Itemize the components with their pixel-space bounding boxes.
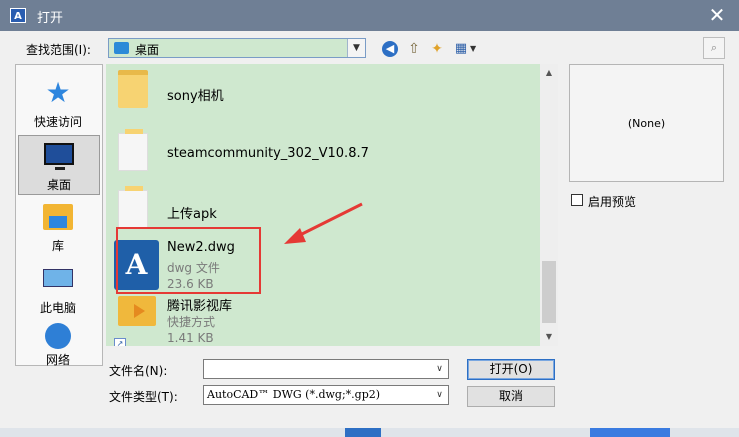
folder-icon	[118, 129, 148, 171]
desktop-icon	[44, 143, 74, 165]
desktop-folder-icon	[114, 42, 129, 54]
list-item[interactable]: steamcommunity_302_V10.8.7	[106, 125, 541, 181]
close-button[interactable]: ✕	[704, 2, 730, 28]
file-name: 上传apk	[167, 207, 217, 222]
star-icon: ★	[45, 76, 71, 109]
place-label: 快速访问	[33, 115, 82, 129]
file-name: 腾讯影视库	[167, 299, 233, 314]
filename-input[interactable]: ∨	[203, 359, 449, 379]
back-icon[interactable]: ◀	[382, 41, 398, 57]
list-item-selected[interactable]: A New2.dwg dwg 文件 23.6 KB	[106, 236, 541, 298]
background-fragment	[590, 428, 670, 437]
file-list[interactable]: sony相机 steamcommunity_302_V10.8.7 上传apk …	[106, 64, 558, 346]
library-icon	[43, 204, 73, 230]
shortcut-arrow-icon: ↗	[114, 338, 126, 346]
file-type: dwg 文件	[167, 261, 220, 275]
file-name: New2.dwg	[167, 240, 235, 255]
filetype-select[interactable]: AutoCAD™ DWG (*.dwg;*.gp2) ∨	[203, 385, 449, 405]
place-label: 此电脑	[39, 301, 76, 315]
chevron-down-icon[interactable]: ∨	[431, 360, 448, 378]
cancel-button[interactable]: 取消	[467, 386, 555, 407]
enable-preview-checkbox[interactable]	[571, 194, 583, 206]
monitor-stand	[55, 167, 65, 170]
look-in-value: 桌面	[135, 43, 160, 57]
view-menu-chevron-icon[interactable]: ▼	[470, 44, 476, 53]
filetype-label: 文件类型(T):	[109, 390, 178, 404]
filename-label: 文件名(N):	[109, 364, 168, 378]
place-network[interactable]: 网络	[18, 321, 100, 367]
open-dialog: 查找范围(I): 桌面 ▼ ◀ ⇧ ✦ ▦ ▼ ⌕ ★ 快速访问 桌面 库 此电…	[0, 31, 739, 428]
network-icon	[45, 323, 71, 349]
file-size: 23.6 KB	[167, 277, 214, 291]
file-name: steamcommunity_302_V10.8.7	[167, 146, 369, 161]
scroll-thumb[interactable]	[542, 261, 556, 323]
place-label: 网络	[45, 353, 70, 367]
window-title: 打开	[37, 11, 64, 26]
scroll-up-icon[interactable]: ▲	[540, 64, 558, 82]
preview-pane: (None)	[569, 64, 724, 182]
title-bar: A 打开 ✕	[0, 0, 739, 31]
place-quick-access[interactable]: ★ 快速访问	[18, 73, 100, 133]
tools-icon[interactable]: ⌕	[703, 37, 725, 59]
list-item[interactable]: 上传apk	[106, 182, 541, 238]
place-library[interactable]: 库	[18, 197, 100, 257]
look-in-combo[interactable]: 桌面 ▼	[108, 38, 366, 58]
file-type: 快捷方式	[167, 315, 216, 329]
enable-preview-label[interactable]: 启用预览	[588, 193, 636, 210]
video-library-icon	[118, 296, 156, 326]
up-folder-icon[interactable]: ⇧	[405, 40, 423, 58]
autocad-file-icon: A	[114, 240, 159, 290]
chevron-down-icon[interactable]: ∨	[431, 386, 448, 404]
app-icon: A	[10, 8, 26, 23]
computer-icon	[43, 269, 73, 287]
place-label: 库	[51, 239, 64, 253]
place-desktop[interactable]: 桌面	[18, 135, 100, 195]
file-name: sony相机	[167, 89, 224, 104]
preview-text: (None)	[627, 117, 666, 130]
library-icon-detail	[49, 216, 67, 228]
chevron-down-icon[interactable]: ▼	[347, 39, 365, 57]
folder-icon	[118, 186, 148, 228]
vertical-scrollbar[interactable]: ▲ ▼	[540, 64, 558, 346]
new-folder-icon[interactable]: ✦	[428, 40, 446, 58]
open-button[interactable]: 打开(O)	[467, 359, 555, 380]
file-size: 1.41 KB	[167, 331, 214, 345]
look-in-label: 查找范围(I):	[26, 43, 91, 57]
list-item[interactable]: sony相机	[106, 64, 541, 120]
filetype-value: AutoCAD™ DWG (*.dwg;*.gp2)	[207, 388, 381, 401]
places-bar: ★ 快速访问 桌面 库 此电脑 网络	[15, 64, 103, 367]
view-menu-icon[interactable]: ▦	[452, 40, 470, 58]
list-item[interactable]: ↗ 腾讯影视库 快捷方式 1.41 KB	[106, 292, 541, 346]
place-this-pc[interactable]: 此电脑	[18, 259, 100, 319]
play-icon	[134, 304, 145, 318]
background-fragment	[345, 428, 381, 437]
scroll-down-icon[interactable]: ▼	[540, 328, 558, 346]
place-label: 桌面	[46, 178, 71, 192]
folder-icon	[118, 70, 148, 108]
